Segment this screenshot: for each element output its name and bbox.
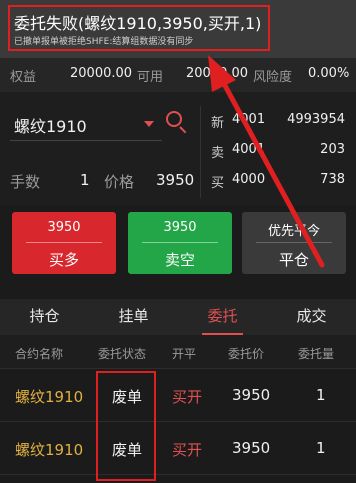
cell-price: 3950: [232, 386, 271, 404]
order-failed-banner: 委托失败(螺纹1910,3950,买开,1) 已撤单报单被拒绝SHFE:结算组数…: [0, 0, 356, 58]
risk-value: 0.00%: [308, 66, 350, 81]
sell-short-button[interactable]: 3950 卖空: [128, 212, 232, 274]
buy-action-label: 买多: [48, 251, 79, 269]
cell-price: 3950: [232, 439, 271, 457]
market-depth: 新 4001 4993954 卖 4001 203 买 4000 738: [200, 106, 356, 198]
banner-title: 委托失败(螺纹1910,3950,买开,1): [14, 14, 262, 33]
header-open-close: 开平: [172, 347, 197, 361]
depth-price: 4001: [232, 142, 266, 157]
buy-price: 3950: [47, 220, 81, 235]
depth-volume: 4993954: [287, 112, 345, 127]
quantity-price-row: 手数 1 价格 3950: [10, 167, 196, 197]
cell-qty: 1: [316, 386, 326, 404]
header-qty: 委托量: [298, 347, 335, 361]
cell-contract: 螺纹1910: [15, 441, 84, 459]
account-summary: 权益 20000.00 可用 20000.00 风险度 0.00%: [0, 58, 356, 92]
tab-positions[interactable]: 持仓: [0, 299, 89, 335]
available-label: 可用: [137, 70, 164, 85]
depth-label: 卖: [211, 146, 225, 161]
status-highlight-box: [96, 371, 156, 481]
header-price: 委托价: [228, 347, 265, 361]
contract-name: 螺纹1910: [14, 117, 87, 136]
banner-highlight-box: 委托失败(螺纹1910,3950,买开,1) 已撤单报单被拒绝SHFE:结算组数…: [8, 5, 270, 51]
contract-selector[interactable]: 螺纹1910: [10, 105, 162, 141]
banner-subtitle: 已撤单报单被拒绝SHFE:结算组数据没有同步: [14, 37, 194, 47]
order-panel: 螺纹1910 手数 1 价格 3950 新 4001 4993954 卖 400…: [0, 92, 356, 206]
close-position-button[interactable]: 优先平今 平仓: [242, 212, 346, 274]
cell-qty: 1: [316, 439, 326, 457]
equity-value: 20000.00: [70, 66, 133, 81]
table-row[interactable]: 螺纹1910 废单 买开 3950 1: [0, 423, 356, 475]
available-value: 20000.00: [186, 66, 249, 81]
cell-contract: 螺纹1910: [15, 388, 84, 406]
header-contract: 合约名称: [15, 347, 64, 361]
bottom-tabs: 持仓 挂单 委托 成交: [0, 299, 356, 335]
tab-pending[interactable]: 挂单: [89, 299, 178, 335]
depth-price: 4000: [232, 172, 266, 187]
qty-input[interactable]: 1: [80, 171, 90, 189]
tab-trades[interactable]: 成交: [267, 299, 356, 335]
depth-row-last: 新 4001 4993954: [201, 106, 356, 134]
depth-volume: 738: [320, 172, 345, 187]
buy-long-button[interactable]: 3950 买多: [12, 212, 116, 274]
tab-orders[interactable]: 委托: [178, 299, 267, 335]
price-label: 价格: [104, 173, 135, 191]
close-priority-label: 优先平今: [267, 224, 320, 239]
close-action-label: 平仓: [278, 251, 309, 269]
depth-price: 4001: [232, 112, 266, 127]
price-input[interactable]: 3950: [156, 171, 194, 189]
sell-action-label: 卖空: [164, 251, 195, 269]
table-row[interactable]: 螺纹1910 废单 买开 3950 1: [0, 370, 356, 422]
depth-volume: 203: [320, 142, 345, 157]
search-icon[interactable]: [164, 109, 190, 137]
dropdown-caret-icon: [144, 121, 154, 127]
depth-row-ask: 卖 4001 203: [201, 136, 356, 164]
cell-open-close: 买开: [172, 388, 203, 406]
depth-row-bid: 买 4000 738: [201, 166, 356, 194]
orders-table-header: 合约名称 委托状态 开平 委托价 委托量: [0, 335, 356, 369]
cell-open-close: 买开: [172, 441, 203, 459]
sell-price: 3950: [163, 220, 197, 235]
equity-label: 权益: [10, 70, 37, 85]
depth-label: 买: [211, 176, 225, 191]
depth-label: 新: [211, 116, 225, 131]
qty-label: 手数: [10, 173, 41, 191]
header-status: 委托状态: [98, 347, 147, 361]
risk-label: 风险度: [253, 70, 293, 85]
